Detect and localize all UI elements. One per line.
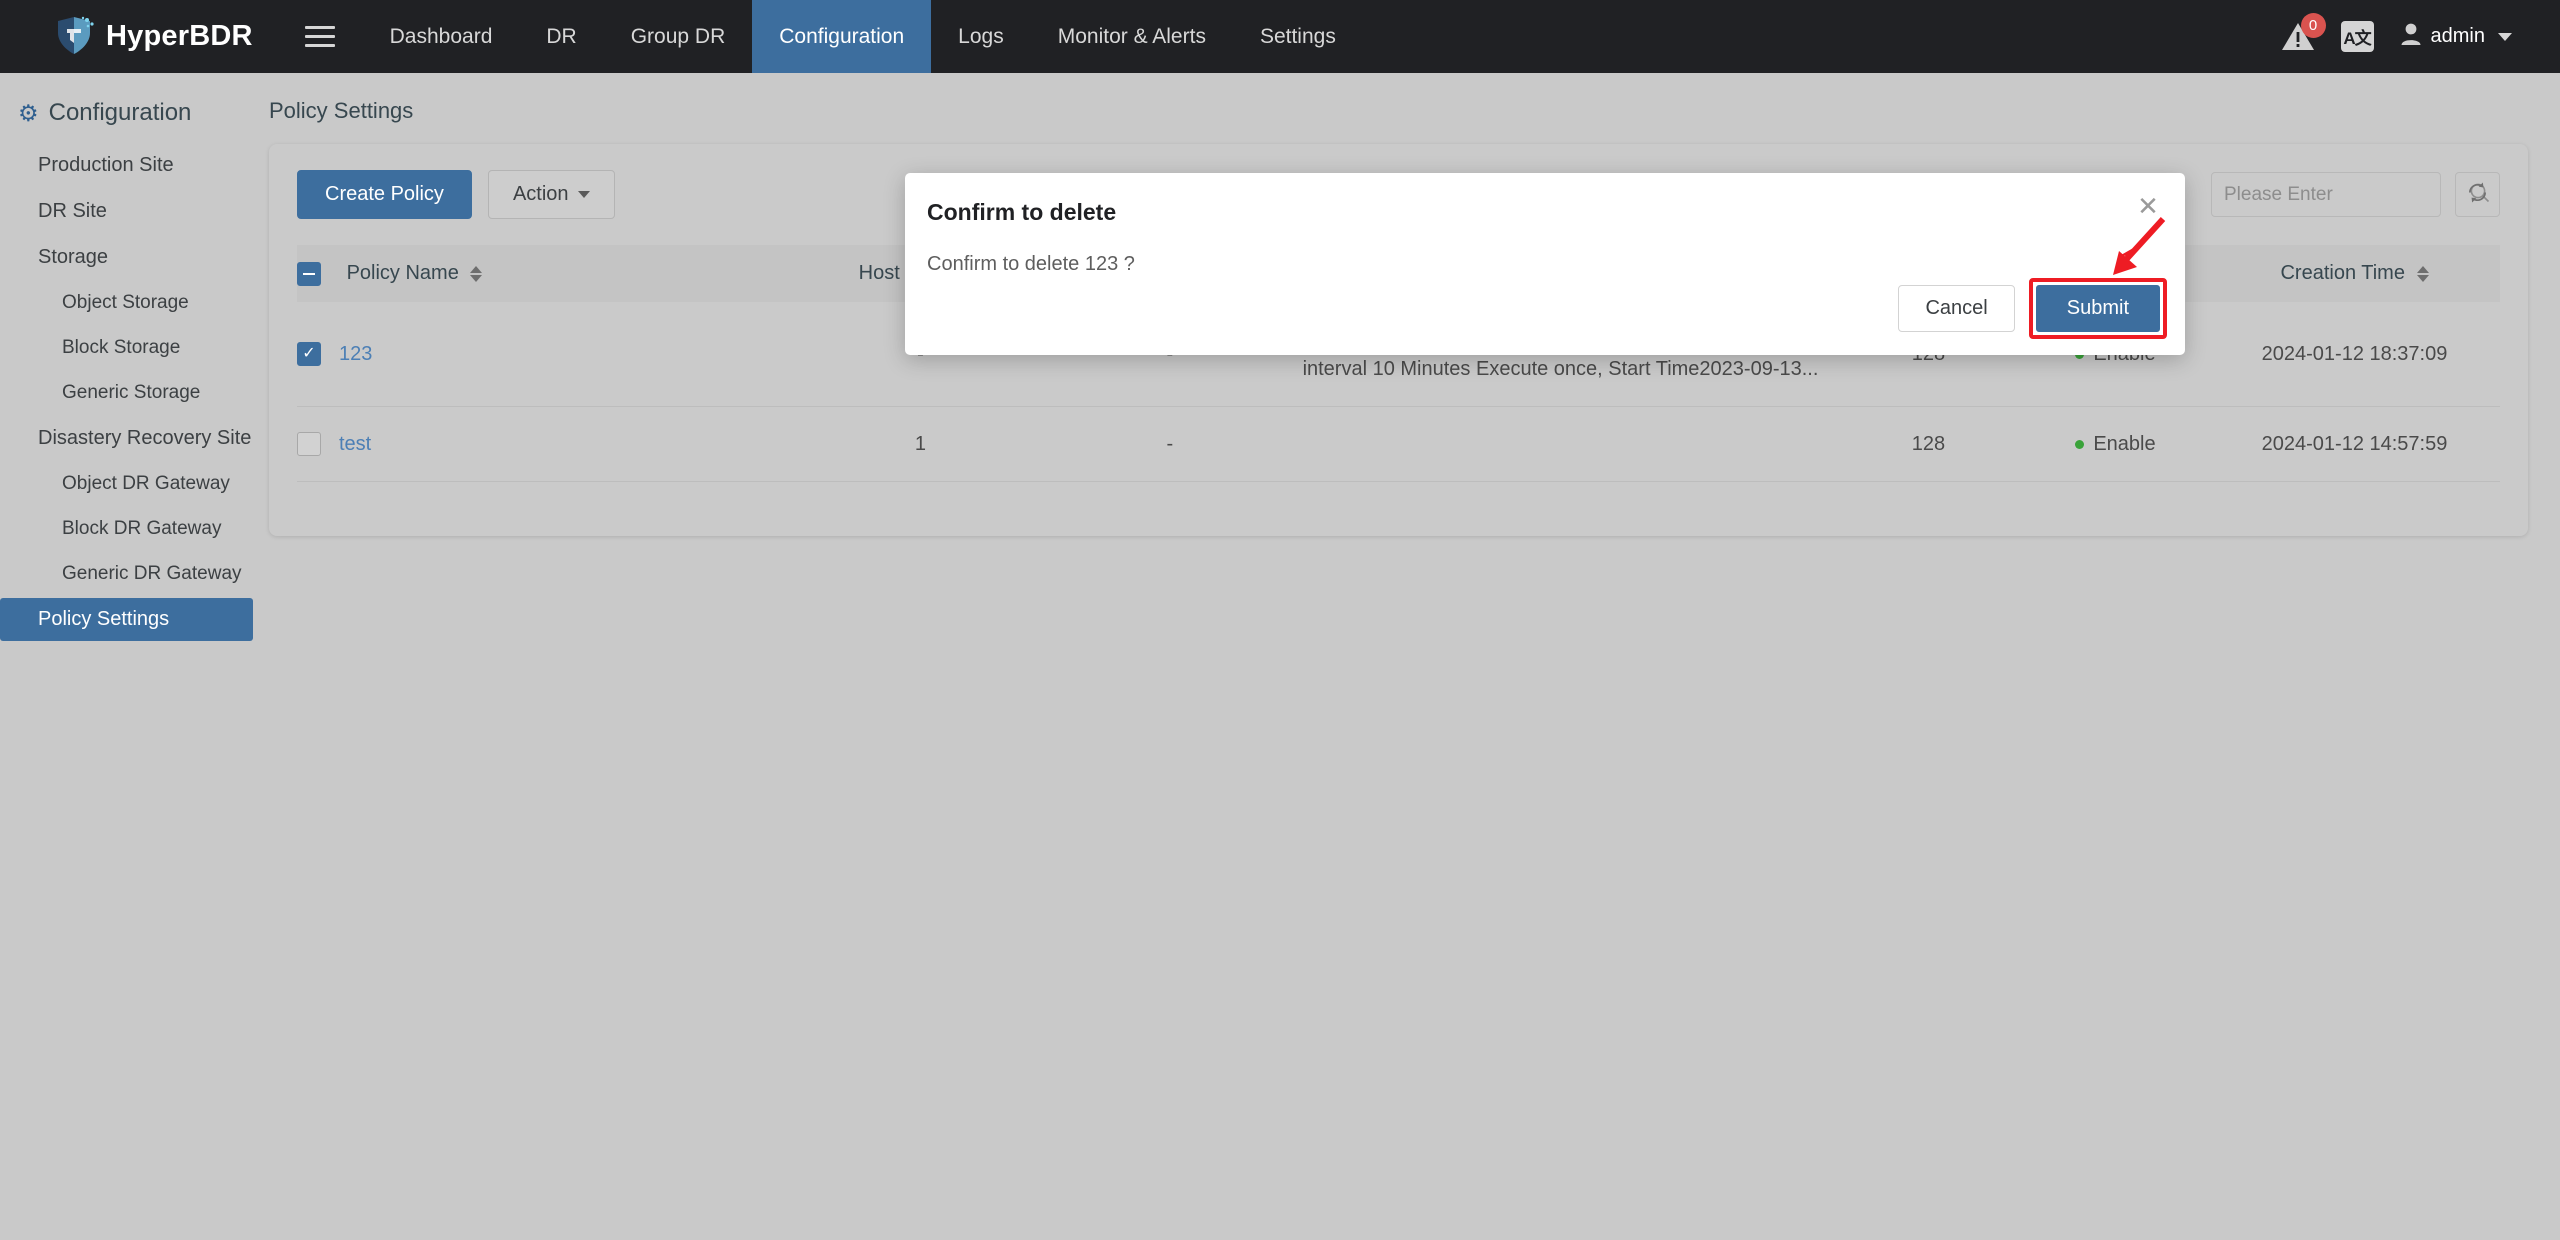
nav-item-dashboard[interactable]: Dashboard (363, 0, 520, 73)
nav-item-monitor-alerts[interactable]: Monitor & Alerts (1031, 0, 1233, 73)
nav-item-group-dr[interactable]: Group DR (604, 0, 753, 73)
sidebar-item-policy-settings[interactable]: Policy Settings (0, 598, 253, 641)
gear-icon: ⚙ (18, 99, 39, 126)
close-icon[interactable]: ✕ (2135, 193, 2161, 221)
row-checkbox[interactable]: ✓ (297, 342, 321, 367)
select-all-checkbox[interactable] (297, 261, 321, 286)
search-box[interactable] (2211, 172, 2490, 217)
page-title: Policy Settings (269, 98, 414, 123)
column-header-creation-time[interactable]: Creation Time (2209, 245, 2500, 303)
status-badge: Enable (2093, 433, 2156, 456)
table-row[interactable]: test 1 - 128 Enable 2024-01-12 14:57:59 (297, 406, 2500, 483)
dialog-message: Confirm to delete 123 ? (927, 253, 1135, 275)
submit-button[interactable]: Submit (2035, 285, 2160, 332)
create-policy-button[interactable]: Create Policy (297, 170, 472, 219)
topbar-right-actions: 0 A文 admin (2281, 12, 2560, 54)
status-dot-icon (2075, 440, 2085, 450)
cell-group-count: - (1045, 406, 1295, 483)
translate-icon[interactable]: A文 (2340, 21, 2374, 52)
brand-name: HyperBDR (106, 20, 253, 52)
nav-item-logs[interactable]: Logs (931, 0, 1031, 73)
cell-policy-description (1294, 406, 1835, 483)
toolbar-right (2211, 172, 2500, 217)
policy-name-link[interactable]: 123 (339, 339, 372, 369)
sort-icon-creation-time[interactable] (2416, 265, 2429, 282)
shield-logo-icon (54, 16, 94, 58)
cell-creation-time: 2024-01-12 14:57:59 (2209, 406, 2500, 483)
user-name: admin (2430, 25, 2485, 47)
warning-triangle-icon[interactable]: 0 (2281, 12, 2326, 54)
sidebar-item-disastery-recovery-site[interactable]: Disastery Recovery Site (0, 417, 253, 460)
sidebar-item-object-dr-gateway[interactable]: Object DR Gateway (0, 463, 253, 505)
chevron-down-icon (2498, 32, 2512, 41)
search-input[interactable] (2224, 183, 2469, 206)
sidebar-item-block-dr-gateway[interactable]: Block DR Gateway (0, 508, 253, 550)
user-icon (2400, 22, 2422, 51)
sidebar-item-storage[interactable]: Storage (0, 236, 253, 279)
cell-policy-name: test (297, 406, 796, 483)
cell-creation-time: 2024-01-12 18:37:09 (2209, 302, 2500, 408)
column-label-policy-name: Policy Name (346, 262, 459, 285)
cancel-button[interactable]: Cancel (1898, 285, 2015, 332)
confirm-delete-dialog: Confirm to delete ✕ Confirm to delete 12… (905, 173, 2185, 355)
column-label-creation-time: Creation Time (2280, 262, 2405, 285)
top-navigation-bar: HyperBDR Dashboard DR Group DR Configura… (0, 0, 2560, 73)
refresh-icon (2466, 181, 2489, 209)
user-menu[interactable]: admin (2400, 22, 2512, 51)
sidebar-item-object-storage[interactable]: Object Storage (0, 282, 253, 324)
dialog-footer: Cancel Submit (1898, 278, 2167, 339)
hamburger-icon[interactable] (304, 24, 335, 50)
main-content: Policy Settings Create Policy Action Ple… (265, 73, 2560, 1240)
brand-logo-area[interactable]: HyperBDR (0, 16, 281, 58)
sidebar-item-generic-dr-gateway[interactable]: Generic DR Gateway (0, 553, 253, 595)
chevron-down-icon (577, 191, 590, 198)
dialog-title: Confirm to delete (927, 199, 1117, 225)
cell-policy-name: ✓ 123 (297, 302, 796, 408)
policy-name-link[interactable]: test (339, 429, 371, 459)
refresh-button[interactable] (2455, 172, 2500, 217)
row-checkbox[interactable] (297, 432, 321, 457)
sidebar-item-production-site[interactable]: Production Site (0, 144, 253, 187)
sort-icon-policy-name[interactable] (470, 265, 483, 282)
alert-badge-count: 0 (2300, 12, 2326, 38)
cell-retain-count: 128 (1834, 406, 2022, 483)
nav-item-dr[interactable]: DR (519, 0, 603, 73)
nav-item-settings[interactable]: Settings (1233, 0, 1363, 73)
action-dropdown-label: Action (512, 183, 569, 205)
sidebar-item-block-storage[interactable]: Block Storage (0, 327, 253, 369)
submit-highlight-box: Submit (2028, 278, 2167, 339)
sidebar-item-generic-storage[interactable]: Generic Storage (0, 372, 253, 414)
nav-item-configuration[interactable]: Configuration (752, 0, 932, 73)
sidebar-header: ⚙ Configuration (0, 87, 265, 141)
sidebar-item-dr-site[interactable]: DR Site (0, 190, 253, 233)
cell-host-count: 1 (795, 406, 1046, 483)
cell-policy-status: Enable (2021, 406, 2209, 483)
sidebar: ⚙ Configuration Production Site DR Site … (0, 73, 265, 1240)
action-dropdown-button[interactable]: Action (487, 170, 615, 219)
top-nav-items: Dashboard DR Group DR Configuration Logs… (363, 0, 1363, 73)
column-header-policy-name[interactable]: Policy Name (297, 245, 796, 303)
sidebar-header-label: Configuration (48, 99, 192, 126)
